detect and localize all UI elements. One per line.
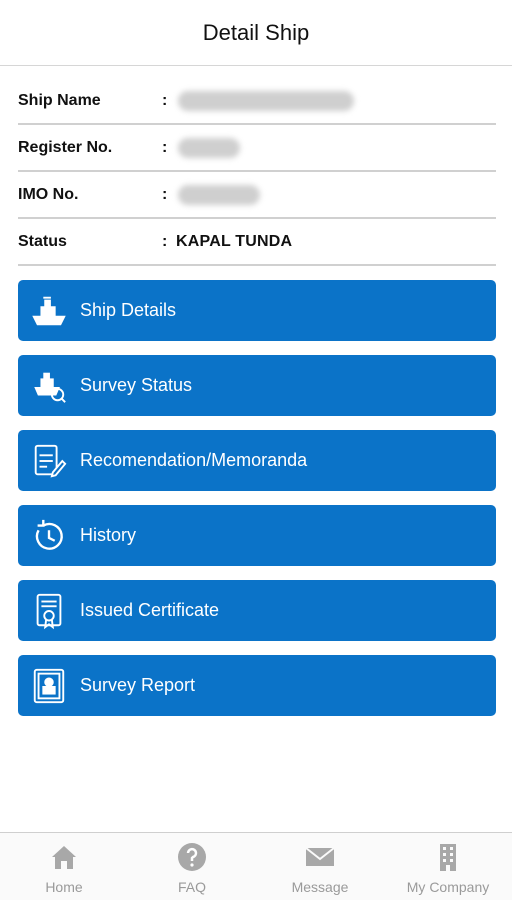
bottom-tab-bar: Home FAQ Message My Company [0,832,512,900]
history-button[interactable]: History [18,505,496,566]
tab-my-company[interactable]: My Company [384,833,512,900]
imo-no-label: IMO No. [18,185,79,203]
register-no-redacted-value [178,137,240,158]
status-label: Status [18,232,67,250]
info-row-ship-name: Ship Name : [18,78,496,125]
tab-message-label: Message [291,879,349,895]
history-label: History [80,525,137,545]
issued-certificate-button[interactable]: Issued Certificate [18,580,496,641]
ship-details-label: Ship Details [80,300,177,320]
survey-report-label: Survey Report [80,675,196,695]
ship-info-table: Ship Name : Register No. : IMO No. : Sta… [18,78,496,266]
recomendation-memoranda-button[interactable]: Recomendation/Memoranda [18,430,496,491]
register-no-label: Register No. [18,138,113,156]
page-title: Detail Ship [202,19,310,45]
ship-icon [29,291,69,331]
recomendation-memoranda-label: Recomendation/Memoranda [80,450,308,470]
report-icon [29,666,69,706]
ship-name-label: Ship Name [18,91,101,109]
tab-message[interactable]: Message [256,833,384,900]
info-row-imo-no: IMO No. : [18,172,496,219]
ship-details-button[interactable]: Ship Details [18,280,496,341]
survey-status-button[interactable]: Survey Status [18,355,496,416]
tab-home-label: Home [45,879,83,895]
question-icon [176,841,208,873]
tab-home[interactable]: Home [0,833,128,900]
certificate-icon [29,591,69,631]
top-navigation-bar: Detail Ship [0,0,512,66]
survey-status-label: Survey Status [80,375,193,395]
building-icon [432,841,464,873]
ship-name-colon: : [162,91,168,109]
home-icon [48,841,80,873]
tab-faq-label: FAQ [177,879,206,895]
issued-certificate-label: Issued Certificate [80,600,220,620]
register-no-colon: : [162,138,168,156]
imo-no-colon: : [162,185,168,203]
survey-ship-icon [29,366,69,406]
status-value: KAPAL TUNDA [176,232,293,250]
document-edit-icon [29,441,69,481]
info-row-status: Status : KAPAL TUNDA [18,219,496,266]
info-row-register-no: Register No. : [18,125,496,172]
survey-report-button[interactable]: Survey Report [18,655,496,716]
status-colon: : [162,232,168,250]
tab-faq[interactable]: FAQ [128,833,256,900]
envelope-icon [304,841,336,873]
ship-name-redacted-value [178,90,354,111]
ship-menu: Ship Details Survey Status Recomendation [18,280,496,730]
imo-no-redacted-value [178,184,260,205]
tab-my-company-label: My Company [406,879,490,895]
history-clock-icon [29,516,69,556]
